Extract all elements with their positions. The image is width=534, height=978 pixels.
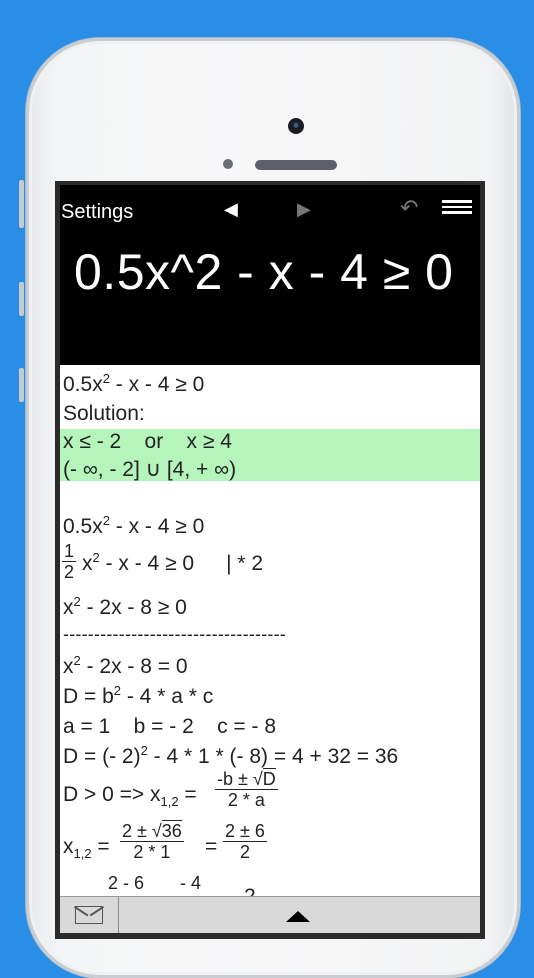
caret-up-icon[interactable]	[286, 911, 310, 922]
step-line: 0.5x2 - x - 4 ≥ 0	[63, 513, 205, 538]
fraction: - 4	[180, 873, 202, 893]
caret-left-icon[interactable]: ◀	[224, 199, 238, 219]
fraction: -b ± √D 2 * a	[215, 768, 278, 810]
step-line: D = (- 2)2 - 4 * 1 * (- 8) = 4 + 32 = 36	[63, 743, 399, 768]
settings-button[interactable]: Settings	[61, 201, 133, 224]
caret-right-icon[interactable]: ▶	[297, 199, 311, 219]
expression-display: 0.5x^2 - x - 4 ≥ 0	[74, 244, 454, 300]
calculator-display: Settings ◀ ▶ ↶ 0.5x^2 - x - 4 ≥ 0	[60, 185, 480, 365]
fraction: 2 ± 62	[223, 821, 267, 862]
fraction: 12	[62, 541, 77, 582]
step-line: D = b2 - 4 * a * c	[63, 683, 214, 708]
fraction: 2 - 6	[108, 873, 145, 893]
step-line: x1,2 =	[63, 835, 110, 861]
equals-sign: =	[205, 835, 218, 858]
undo-icon[interactable]: ↶	[400, 197, 418, 219]
sensor-icon	[223, 159, 233, 169]
fraction: 2 ± √36 2 * 1	[120, 820, 184, 862]
problem-line: 0.5x2 - x - 4 ≥ 0	[63, 371, 205, 396]
mute-switch	[19, 180, 24, 228]
speaker-grille	[255, 160, 337, 170]
menu-icon[interactable]	[442, 200, 472, 214]
step-line: a = 1 b = - 2 c = - 8	[63, 715, 277, 738]
bottom-bar	[60, 896, 480, 933]
camera-icon	[288, 118, 304, 134]
divider: ------------------------------------	[63, 624, 286, 644]
step-line: x2 - 2x - 8 = 0	[63, 653, 188, 678]
mail-button[interactable]	[60, 897, 119, 933]
partial-value: 2	[244, 885, 256, 896]
volume-down-button	[19, 368, 24, 402]
answer-interval: (- ∞, - 2] ∪ [4, + ∞)	[63, 458, 237, 481]
solution-panel[interactable]: 0.5x2 - x - 4 ≥ 0 Solution: x ≤ - 2 or x…	[60, 365, 480, 896]
answer-inequality: x ≤ - 2 or x ≥ 4	[63, 430, 232, 453]
solution-heading: Solution:	[63, 402, 145, 425]
step-line: D > 0 => x1,2 =	[63, 783, 197, 809]
step-line: x2 - 2x - 8 ≥ 0	[63, 594, 187, 619]
mail-icon	[75, 906, 103, 924]
volume-up-button	[19, 282, 24, 316]
app-screen: Settings ◀ ▶ ↶ 0.5x^2 - x - 4 ≥ 0 0.5x2 …	[55, 181, 485, 939]
step-line: x2 - x - 4 ≥ 0 | * 2	[82, 550, 264, 575]
